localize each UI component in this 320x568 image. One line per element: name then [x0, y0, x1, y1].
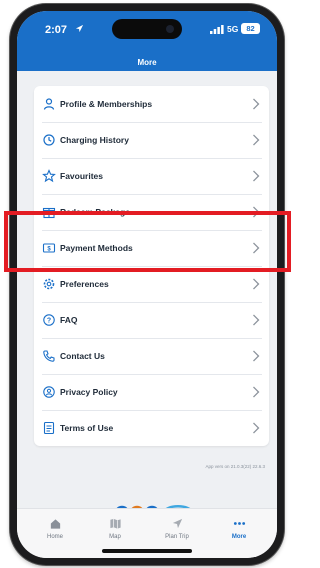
map-icon [109, 518, 121, 529]
menu-item-label: Contact Us [60, 351, 105, 361]
app-header: 2:07 5G 82 More [17, 11, 277, 71]
menu-item-label: Terms of Use [60, 423, 114, 433]
menu-item-label: FAQ [60, 315, 78, 325]
chevron-right-icon [253, 386, 260, 398]
svg-text:?: ? [47, 318, 51, 325]
page-title: More [137, 58, 157, 67]
menu-item-privacy-policy[interactable]: Privacy Policy [34, 374, 269, 410]
menu-item-faq[interactable]: ? FAQ [34, 302, 269, 338]
battery-level: 82 [241, 23, 260, 34]
history-icon [43, 134, 55, 146]
tab-label: Map [109, 534, 121, 540]
menu-item-charging-history[interactable]: Charging History [34, 122, 269, 158]
chevron-right-icon [253, 278, 260, 290]
home-indicator [102, 549, 192, 553]
menu-item-profile-memberships[interactable]: Profile & Memberships [34, 86, 269, 122]
star-icon [42, 169, 56, 183]
status-time: 2:07 [45, 24, 68, 36]
menu-item-label: Favourites [60, 171, 103, 181]
tab-map[interactable]: Map [90, 517, 140, 540]
menu-item-label: Charging History [60, 135, 129, 145]
menu-item-label: Profile & Memberships [60, 99, 153, 109]
chevron-right-icon [253, 134, 260, 146]
tab-home[interactable]: Home [30, 517, 80, 540]
menu-item-label: Privacy Policy [60, 387, 118, 397]
tab-label: More [231, 534, 247, 540]
tab-plan-trip[interactable]: Plan Trip [152, 517, 202, 540]
document-icon [43, 421, 55, 435]
highlight-box [4, 211, 291, 272]
gear-icon [43, 278, 55, 290]
phone-frame: 2:07 5G 82 More Profile & Memberships Ch… [10, 4, 284, 565]
chevron-right-icon [253, 314, 260, 326]
navigation-icon [172, 518, 182, 529]
chevron-right-icon [253, 170, 260, 182]
menu-item-terms-of-use[interactable]: Terms of Use [34, 410, 269, 446]
menu-item-contact-us[interactable]: Contact Us [34, 338, 269, 374]
network-type: 5G [227, 24, 239, 34]
dynamic-island [112, 19, 182, 39]
tab-label: Plan Trip [165, 534, 189, 540]
tab-more[interactable]: More [214, 517, 264, 540]
question-icon: ? [43, 314, 55, 326]
shield-icon [43, 386, 55, 398]
more-icon [233, 522, 245, 525]
menu-item-favourites[interactable]: Favourites [34, 158, 269, 194]
tab-label: Home [46, 534, 63, 540]
signal-icon [210, 25, 224, 34]
chevron-right-icon [253, 422, 260, 434]
chevron-right-icon [253, 350, 260, 362]
home-icon [50, 519, 60, 529]
app-screen: 2:07 5G 82 More Profile & Memberships Ch… [17, 11, 277, 558]
chevron-right-icon [253, 98, 260, 110]
user-icon [43, 98, 55, 110]
phone-icon [43, 350, 55, 362]
app-version: App vers on 21.0.3(22) 22.6.3 [205, 464, 265, 469]
location-arrow-icon [75, 24, 84, 33]
